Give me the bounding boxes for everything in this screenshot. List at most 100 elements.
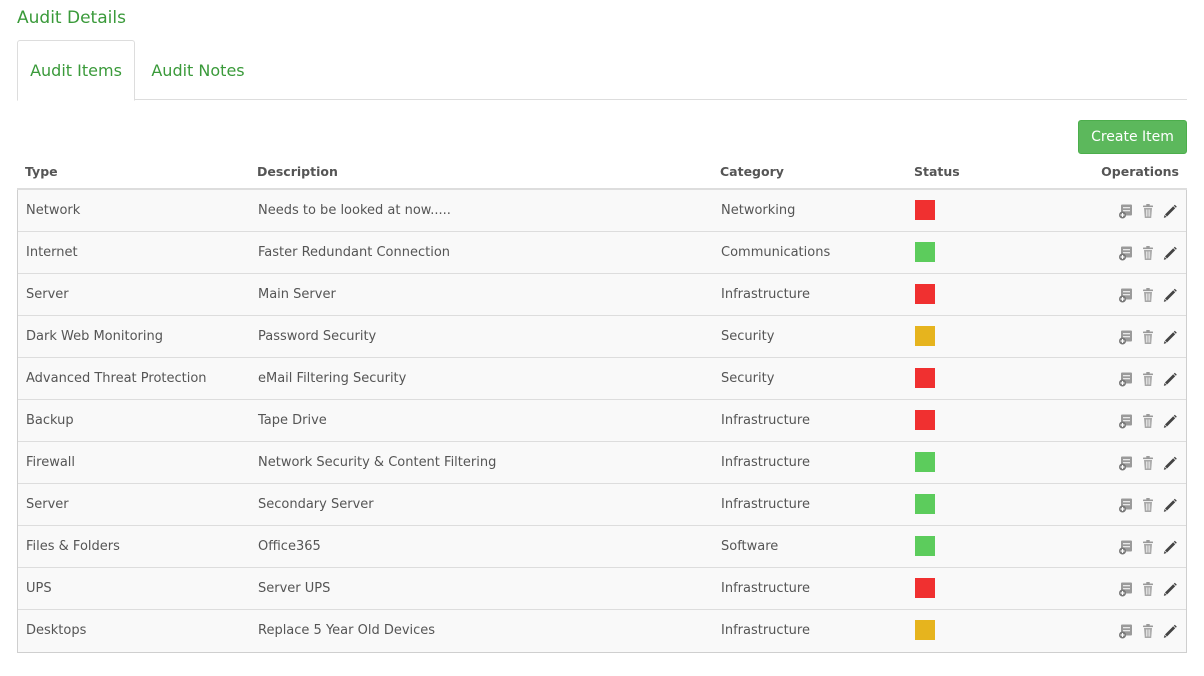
table-header: Type Description Category Status Operati… bbox=[17, 158, 1187, 190]
server-add-icon[interactable] bbox=[1118, 497, 1134, 513]
trash-icon[interactable] bbox=[1140, 371, 1156, 387]
server-add-icon[interactable] bbox=[1118, 623, 1134, 639]
trash-icon[interactable] bbox=[1140, 581, 1156, 597]
pencil-icon[interactable] bbox=[1162, 329, 1178, 345]
cell-type: Server bbox=[26, 287, 69, 302]
status-red-indicator bbox=[915, 578, 935, 598]
pencil-icon[interactable] bbox=[1162, 539, 1178, 555]
cell-category: Infrastructure bbox=[721, 287, 810, 302]
cell-category: Software bbox=[721, 539, 779, 554]
server-add-icon[interactable] bbox=[1118, 539, 1134, 555]
table-row: Firewall Network Security & Content Filt… bbox=[18, 442, 1186, 484]
cell-category: Infrastructure bbox=[721, 413, 810, 428]
cell-type: Files & Folders bbox=[26, 539, 120, 554]
cell-description: Password Security bbox=[258, 329, 377, 344]
cell-category: Infrastructure bbox=[721, 623, 810, 638]
table-row: Internet Faster Redundant Connection Com… bbox=[18, 232, 1186, 274]
server-add-icon[interactable] bbox=[1118, 245, 1134, 261]
cell-description: Replace 5 Year Old Devices bbox=[258, 623, 436, 638]
tab-audit-items[interactable]: Audit Items bbox=[17, 40, 135, 101]
cell-description: Tape Drive bbox=[258, 413, 327, 428]
trash-icon[interactable] bbox=[1140, 245, 1156, 261]
server-add-icon[interactable] bbox=[1118, 329, 1134, 345]
trash-icon[interactable] bbox=[1140, 623, 1156, 639]
row-operations bbox=[1118, 371, 1178, 387]
pencil-icon[interactable] bbox=[1162, 203, 1178, 219]
cell-type: Internet bbox=[26, 245, 78, 260]
cell-type: Firewall bbox=[26, 455, 76, 470]
cell-description: eMail Filtering Security bbox=[258, 371, 407, 386]
table-row: Server Main Server Infrastructure bbox=[18, 274, 1186, 316]
status-green-indicator bbox=[915, 242, 935, 262]
status-red-indicator bbox=[915, 200, 935, 220]
cell-category: Communications bbox=[721, 245, 831, 260]
status-red-indicator bbox=[915, 368, 935, 388]
header-status: Status bbox=[914, 164, 960, 179]
pencil-icon[interactable] bbox=[1162, 455, 1178, 471]
table-row: Files & Folders Office365 Software bbox=[18, 526, 1186, 568]
row-operations bbox=[1118, 203, 1178, 219]
pencil-icon[interactable] bbox=[1162, 245, 1178, 261]
pencil-icon[interactable] bbox=[1162, 497, 1178, 513]
cell-description: Needs to be looked at now..... bbox=[258, 203, 451, 218]
cell-type: UPS bbox=[26, 581, 52, 596]
row-operations bbox=[1118, 245, 1178, 261]
status-yellow-indicator bbox=[915, 326, 935, 346]
server-add-icon[interactable] bbox=[1118, 287, 1134, 303]
status-yellow-indicator bbox=[915, 620, 935, 640]
trash-icon[interactable] bbox=[1140, 203, 1156, 219]
table-row: Dark Web Monitoring Password Security Se… bbox=[18, 316, 1186, 358]
trash-icon[interactable] bbox=[1140, 413, 1156, 429]
cell-category: Infrastructure bbox=[721, 497, 810, 512]
row-operations bbox=[1118, 287, 1178, 303]
cell-type: Server bbox=[26, 497, 69, 512]
header-category: Category bbox=[720, 164, 784, 179]
header-type: Type bbox=[25, 164, 58, 179]
header-operations: Operations bbox=[1101, 164, 1179, 179]
cell-category: Networking bbox=[721, 203, 796, 218]
pencil-icon[interactable] bbox=[1162, 623, 1178, 639]
table-row: Desktops Replace 5 Year Old Devices Infr… bbox=[18, 610, 1186, 652]
cell-type: Desktops bbox=[26, 623, 87, 638]
row-operations bbox=[1118, 539, 1178, 555]
row-operations bbox=[1118, 581, 1178, 597]
header-description: Description bbox=[257, 164, 338, 179]
cell-category: Security bbox=[721, 329, 775, 344]
table-row: Network Needs to be looked at now..... N… bbox=[18, 190, 1186, 232]
row-operations bbox=[1118, 623, 1178, 639]
cell-category: Security bbox=[721, 371, 775, 386]
tab-bar: Audit Items Audit Notes bbox=[17, 40, 1187, 101]
server-add-icon[interactable] bbox=[1118, 371, 1134, 387]
status-red-indicator bbox=[915, 284, 935, 304]
cell-type: Backup bbox=[26, 413, 74, 428]
tab-audit-notes[interactable]: Audit Notes bbox=[135, 40, 261, 100]
row-operations bbox=[1118, 329, 1178, 345]
pencil-icon[interactable] bbox=[1162, 413, 1178, 429]
pencil-icon[interactable] bbox=[1162, 581, 1178, 597]
status-green-indicator bbox=[915, 452, 935, 472]
table-row: UPS Server UPS Infrastructure bbox=[18, 568, 1186, 610]
trash-icon[interactable] bbox=[1140, 539, 1156, 555]
trash-icon[interactable] bbox=[1140, 287, 1156, 303]
row-operations bbox=[1118, 455, 1178, 471]
cell-description: Secondary Server bbox=[258, 497, 374, 512]
row-operations bbox=[1118, 413, 1178, 429]
trash-icon[interactable] bbox=[1140, 329, 1156, 345]
server-add-icon[interactable] bbox=[1118, 455, 1134, 471]
cell-category: Infrastructure bbox=[721, 581, 810, 596]
trash-icon[interactable] bbox=[1140, 497, 1156, 513]
server-add-icon[interactable] bbox=[1118, 413, 1134, 429]
create-item-button[interactable]: Create Item bbox=[1078, 120, 1187, 154]
cell-type: Network bbox=[26, 203, 81, 218]
status-green-indicator bbox=[915, 494, 935, 514]
pencil-icon[interactable] bbox=[1162, 287, 1178, 303]
audit-items-table: Type Description Category Status Operati… bbox=[17, 158, 1187, 653]
page-title: Audit Details bbox=[17, 8, 126, 28]
server-add-icon[interactable] bbox=[1118, 581, 1134, 597]
cell-type: Dark Web Monitoring bbox=[26, 329, 163, 344]
server-add-icon[interactable] bbox=[1118, 203, 1134, 219]
cell-description: Faster Redundant Connection bbox=[258, 245, 451, 260]
trash-icon[interactable] bbox=[1140, 455, 1156, 471]
row-operations bbox=[1118, 497, 1178, 513]
pencil-icon[interactable] bbox=[1162, 371, 1178, 387]
